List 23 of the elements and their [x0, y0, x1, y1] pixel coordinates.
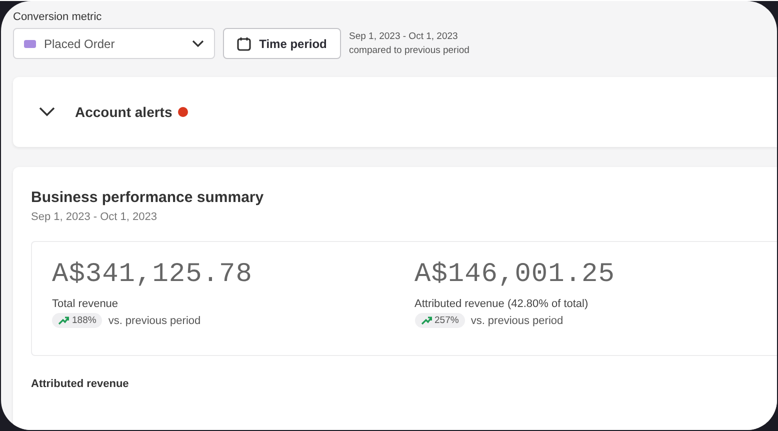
date-range-text: Sep 1, 2023 - Oct 1, 2023 [31, 211, 158, 223]
comparison-text: vs. previous period [108, 314, 201, 326]
metric-dropdown[interactable]: Placed Order [13, 28, 215, 59]
change-badge: 188% [52, 313, 102, 328]
card-title: Business performance summary [31, 189, 265, 206]
comparison-text: vs. previous period [470, 314, 564, 326]
metric-label: Total revenue [52, 298, 120, 310]
chevron-down-icon [192, 40, 204, 48]
calendar-icon [237, 36, 252, 50]
chevron-icon[interactable] [39, 107, 55, 117]
metric-value: A$341,125.78 [52, 260, 254, 290]
section-title: Account alerts [75, 104, 172, 120]
metric-value: A$146,001.25 [414, 260, 616, 290]
change-badge: 257% [414, 313, 465, 328]
section-title: Attributed revenue [31, 378, 130, 390]
comparison-text: compared to previous period [349, 45, 470, 56]
date-range-text: Sep 1, 2023 - Oct 1, 2023 [349, 31, 459, 42]
metric-label: Attributed revenue (42.80% of total) [414, 298, 590, 310]
tag-icon [24, 40, 36, 48]
time-period-button[interactable]: Time period [223, 28, 341, 59]
trend-up-icon [420, 316, 432, 325]
trend-up-icon [58, 316, 69, 325]
field-label: Conversion metric [13, 11, 103, 23]
